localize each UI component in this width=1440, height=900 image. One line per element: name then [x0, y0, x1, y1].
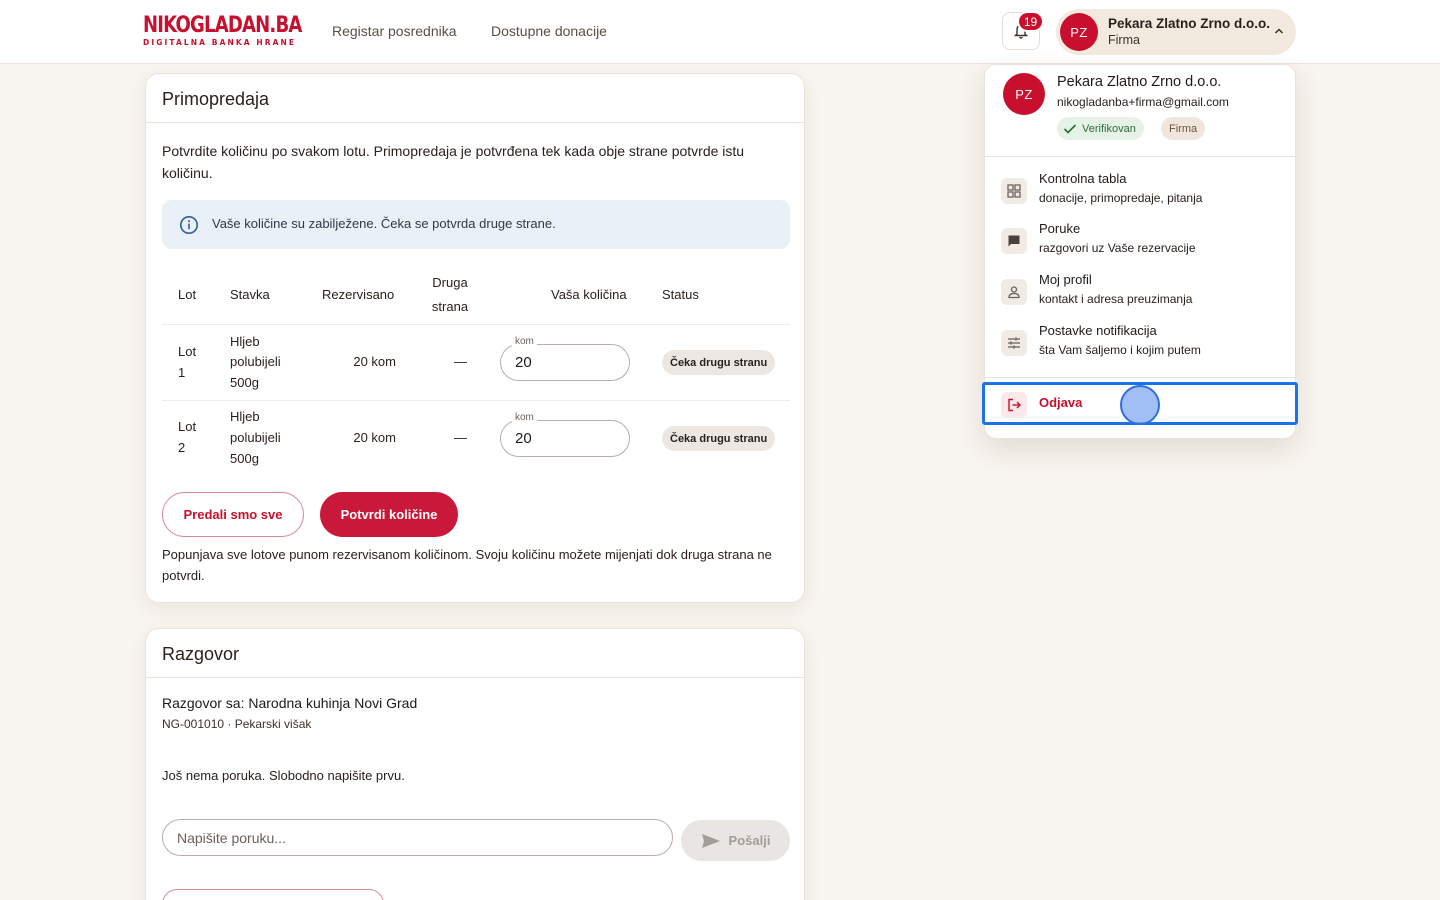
- item-name-line: 500g: [230, 451, 259, 466]
- handover-card: Primopredaja Potvrdite količinu po svako…: [145, 73, 805, 603]
- conversation-card: Razgovor Razgovor sa: Narodna kuhinja No…: [145, 628, 805, 900]
- lot-label: Lot: [178, 419, 197, 434]
- account-type-badge: Firma: [1161, 117, 1206, 140]
- menu-item-subtitle: kontakt i adresa preuzimanja: [1039, 292, 1193, 306]
- item-name-line: polubijeli: [230, 430, 281, 445]
- quantity-unit-label: kom: [512, 412, 537, 423]
- reserved-qty: 20 kom: [353, 354, 396, 369]
- menu-item-subtitle: šta Vam šaljemo i kojim putem: [1039, 343, 1201, 357]
- avatar: PZ: [1060, 13, 1098, 51]
- col-lot: Lot: [178, 287, 197, 302]
- menu-item-title: Poruke: [1039, 221, 1081, 236]
- handover-footnote: Popunjava sve lotove punom rezervisanom …: [162, 547, 772, 583]
- quantity-value[interactable]: 20: [515, 430, 532, 447]
- status-badge: Čeka drugu stranu: [662, 350, 776, 375]
- other-party-qty: —: [454, 354, 467, 369]
- send-icon: [701, 833, 720, 848]
- menu-item-title: Moj profil: [1039, 272, 1092, 287]
- col-stavka: Stavka: [230, 287, 270, 302]
- col-strana: strana: [431, 299, 469, 314]
- quantity-field[interactable]: kom 20: [500, 336, 630, 381]
- lot-number: 2: [178, 440, 186, 455]
- cursor-indicator: [1120, 385, 1160, 425]
- col-rezervisano: Rezervisano: [322, 287, 395, 302]
- tune-icon: [1001, 330, 1027, 356]
- reserved-qty: 20 kom: [353, 430, 396, 445]
- verified-badge: Verifikovan: [1057, 117, 1144, 140]
- avatar: PZ: [1003, 73, 1045, 115]
- notifications-count-badge: 19: [1017, 11, 1044, 32]
- user-name: Pekara Zlatno Zrno d.o.o.: [1108, 16, 1271, 31]
- user-role: Firma: [1108, 33, 1140, 47]
- conversation-title: Razgovor: [146, 629, 804, 678]
- menu-item-kontrolna-tabla[interactable]: Kontrolna tabla donacije, primopredaje, …: [985, 168, 1295, 216]
- table-divider: [162, 400, 790, 401]
- user-menu-toggle[interactable]: PZ Pekara Zlatno Zrno d.o.o. Firma: [1056, 9, 1296, 55]
- person-icon: [1001, 279, 1027, 305]
- top-header: NIKOGLADAN.BA DIGITALNA BANKA HRANE Regi…: [0, 0, 1440, 64]
- chevron-up-icon: [1274, 28, 1284, 34]
- item-name-line: 500g: [230, 375, 259, 390]
- dashboard-icon: [1001, 178, 1027, 204]
- menu-item-postavke-notifikacija[interactable]: Postavke notifikacija šta Vam šaljemo i …: [985, 320, 1295, 368]
- menu-divider: [985, 377, 1295, 378]
- info-icon: [180, 216, 198, 234]
- menu-item-moj-profil[interactable]: Moj profil kontakt i adresa preuzimanja: [985, 269, 1295, 317]
- info-alert: Vaše količine su zabilježene. Čeka se po…: [162, 200, 790, 249]
- secondary-action-button[interactable]: [162, 889, 384, 900]
- quantity-unit-label: kom: [512, 336, 537, 347]
- message-input[interactable]: [162, 819, 673, 856]
- handover-title: Primopredaja: [146, 74, 804, 123]
- quantity-field[interactable]: kom 20: [500, 412, 630, 457]
- conversation-partner: Razgovor sa: Narodna kuhinja Novi Grad: [162, 695, 418, 711]
- logo-main-text: NIKOGLADAN.BA: [143, 13, 302, 38]
- menu-user-email: nikogladanba+firma@gmail.com: [1057, 95, 1229, 109]
- menu-item-subtitle: razgovori uz Vaše rezervacije: [1039, 241, 1196, 255]
- menu-item-title: Kontrolna tabla: [1039, 171, 1127, 186]
- send-button[interactable]: Pošalji: [681, 820, 790, 861]
- conversation-reference: NG-001010 · Pekarski višak: [162, 717, 312, 731]
- send-label: Pošalji: [728, 833, 771, 848]
- logo[interactable]: NIKOGLADAN.BA DIGITALNA BANKA HRANE: [143, 15, 336, 47]
- handover-intro: Potvrdite količinu po svakom lotu. Primo…: [162, 143, 745, 181]
- quantity-value[interactable]: 20: [515, 354, 532, 371]
- status-badge: Čeka drugu stranu: [662, 426, 776, 451]
- other-party-qty: —: [454, 430, 467, 445]
- check-icon: [1063, 123, 1077, 134]
- conversation-empty-state: Još nema poruka. Slobodno napišite prvu.: [162, 768, 405, 783]
- menu-item-subtitle: donacije, primopredaje, pitanja: [1039, 191, 1203, 205]
- confirm-quantities-button[interactable]: Potvrdi količine: [320, 492, 458, 537]
- menu-divider: [985, 156, 1295, 157]
- col-status: Status: [662, 287, 699, 302]
- chat-icon: [1001, 228, 1027, 254]
- handed-all-button[interactable]: Predali smo sve: [162, 492, 304, 537]
- lot-number: 1: [178, 365, 186, 380]
- item-name-line: Hljeb: [230, 409, 260, 424]
- menu-item-poruke[interactable]: Poruke razgovori uz Vaše rezervacije: [985, 218, 1295, 266]
- col-vasa-kolicina: Vaša količina: [551, 287, 627, 302]
- verified-label: Verifikovan: [1082, 122, 1136, 135]
- menu-item-title: Postavke notifikacija: [1039, 323, 1157, 338]
- nav-registar-posrednika[interactable]: Registar posrednika: [332, 23, 457, 39]
- item-name-line: polubijeli: [230, 354, 281, 369]
- menu-user-name: Pekara Zlatno Zrno d.o.o.: [1057, 74, 1222, 90]
- col-druga: Druga: [432, 275, 468, 290]
- table-divider: [162, 324, 790, 325]
- info-text: Vaše količine su zabilježene. Čeka se po…: [212, 216, 556, 231]
- nav-dostupne-donacije[interactable]: Dostupne donacije: [491, 23, 607, 39]
- logo-tagline: DIGITALNA BANKA HRANE: [143, 38, 297, 47]
- lot-label: Lot: [178, 344, 197, 359]
- item-name-line: Hljeb: [230, 334, 260, 349]
